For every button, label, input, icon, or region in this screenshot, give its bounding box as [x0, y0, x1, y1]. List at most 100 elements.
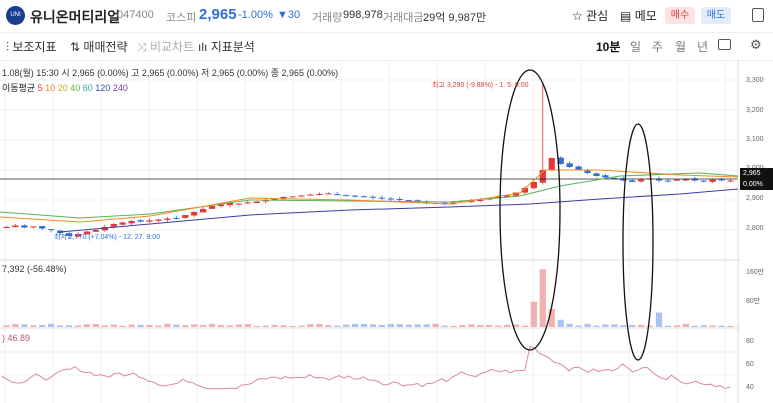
volume-bar: [48, 323, 55, 327]
volume-bar: [414, 324, 421, 327]
high-annotation: 최고 3,290 (-9.88%) - 1. 5. 9:00: [432, 82, 529, 89]
candle-body: [199, 209, 207, 213]
candle-body: [718, 179, 725, 181]
low-annotation: 최저 2,770 (+7.04%) - 12. 27. 9:00: [54, 234, 161, 241]
ma-5: 5: [37, 83, 43, 93]
volume-bar: [146, 324, 153, 327]
volume-bar: [682, 323, 689, 327]
volume-bar: [503, 324, 511, 327]
ohlc-info: 1.08(월) 15:30 시 2,965 (0.00%) 고 2,965 (0…: [2, 68, 339, 78]
candle-body: [477, 200, 484, 201]
volume-bar: [727, 325, 734, 327]
candle-body: [700, 180, 707, 182]
volume-bar: [691, 325, 698, 327]
volume-bar: [253, 325, 260, 327]
candle-body: [602, 175, 609, 178]
candle-body: [244, 202, 251, 204]
volume-bar: [262, 325, 269, 327]
volume-bar: [3, 325, 10, 327]
candle-body: [12, 225, 19, 228]
volume-bar: [334, 325, 341, 327]
volume-bar: [289, 325, 296, 327]
rsi-value: 46.89: [7, 333, 31, 343]
candle-body: [566, 163, 573, 167]
ma-60: 60: [82, 83, 93, 93]
rsi-line: [1, 346, 731, 390]
volume-bar: [629, 325, 636, 327]
volume-bar: [638, 324, 645, 327]
volume-bar: [56, 325, 64, 327]
candle-body: [146, 220, 153, 222]
candle-body: [629, 180, 636, 182]
volume-bar: [208, 323, 216, 327]
volume-bar: [191, 324, 198, 327]
candle-body: [343, 195, 350, 197]
price-tick: 2,900: [746, 195, 764, 202]
volume-bar: [539, 269, 546, 327]
price-tick: 2,800: [746, 225, 764, 232]
price-tag-pct: 0.00%: [743, 181, 763, 188]
candle-body: [405, 200, 412, 202]
volume-bar: [432, 323, 439, 327]
candle-body: [39, 226, 46, 229]
volume-bar: [718, 325, 725, 327]
price-tick: 3,100: [746, 136, 764, 143]
ma-20: 20: [57, 83, 68, 93]
ma-10: 10: [45, 83, 56, 93]
volume-bar: [307, 324, 314, 327]
volume-bar: [101, 325, 108, 327]
volume-bar: [602, 324, 609, 327]
ma-120-line: [0, 172, 739, 219]
volume-bar: [137, 324, 144, 327]
candle-body: [164, 218, 171, 220]
volume-bar: [182, 325, 189, 327]
candle-body: [110, 224, 117, 227]
candle-body: [48, 229, 55, 231]
volume-bar: [217, 324, 225, 327]
volume-bar: [477, 325, 484, 327]
candle-body: [584, 170, 591, 173]
volume-bar: [110, 324, 117, 327]
ma-legend: 이동평균 5 10 20 40 60 120 240: [2, 81, 128, 94]
annotation-oval-2: [622, 123, 654, 361]
volume-bar: [611, 324, 618, 327]
volume-bar: [298, 325, 305, 327]
volume-bar: [271, 324, 278, 327]
candle-body: [155, 219, 162, 221]
volume-bar: [226, 325, 234, 327]
volume-bar: [119, 325, 126, 327]
volume-bar: [280, 325, 287, 327]
rsi-info: ) 46.89: [2, 333, 30, 343]
volume-bar: [21, 324, 28, 327]
volume-bar: [30, 325, 37, 327]
rsi-tick: 80: [746, 338, 754, 345]
candle-body: [673, 179, 681, 181]
candle-body: [369, 196, 377, 198]
volume-bar: [325, 325, 332, 327]
volume-bar: [441, 325, 448, 327]
volume-bar: [378, 325, 386, 327]
volume-bar: [459, 325, 466, 327]
chart-canvas[interactable]: [0, 0, 773, 403]
candle-body: [191, 212, 198, 216]
ma-40: 40: [70, 83, 81, 93]
volume-bar: [244, 324, 251, 327]
volume-bar: [235, 324, 243, 327]
volume-bar: [199, 325, 207, 327]
current-price-tag: 2,965 0.00%: [740, 168, 773, 190]
candle-body: [548, 158, 555, 170]
volume-bar: [584, 323, 591, 327]
volume-bar: [700, 325, 707, 327]
candle-body: [137, 220, 144, 222]
candle-body: [253, 201, 260, 203]
candle-body: [307, 194, 314, 196]
candle-body: [325, 193, 332, 195]
candle-body: [727, 180, 734, 182]
candle-body: [30, 226, 37, 228]
volume-bar: [74, 325, 82, 327]
price-tick: 3,200: [746, 107, 764, 114]
volume-info: 7,392 (-56.48%): [2, 264, 67, 274]
candle-body: [709, 179, 716, 182]
candle-body: [351, 195, 359, 197]
candle-body: [3, 227, 10, 228]
